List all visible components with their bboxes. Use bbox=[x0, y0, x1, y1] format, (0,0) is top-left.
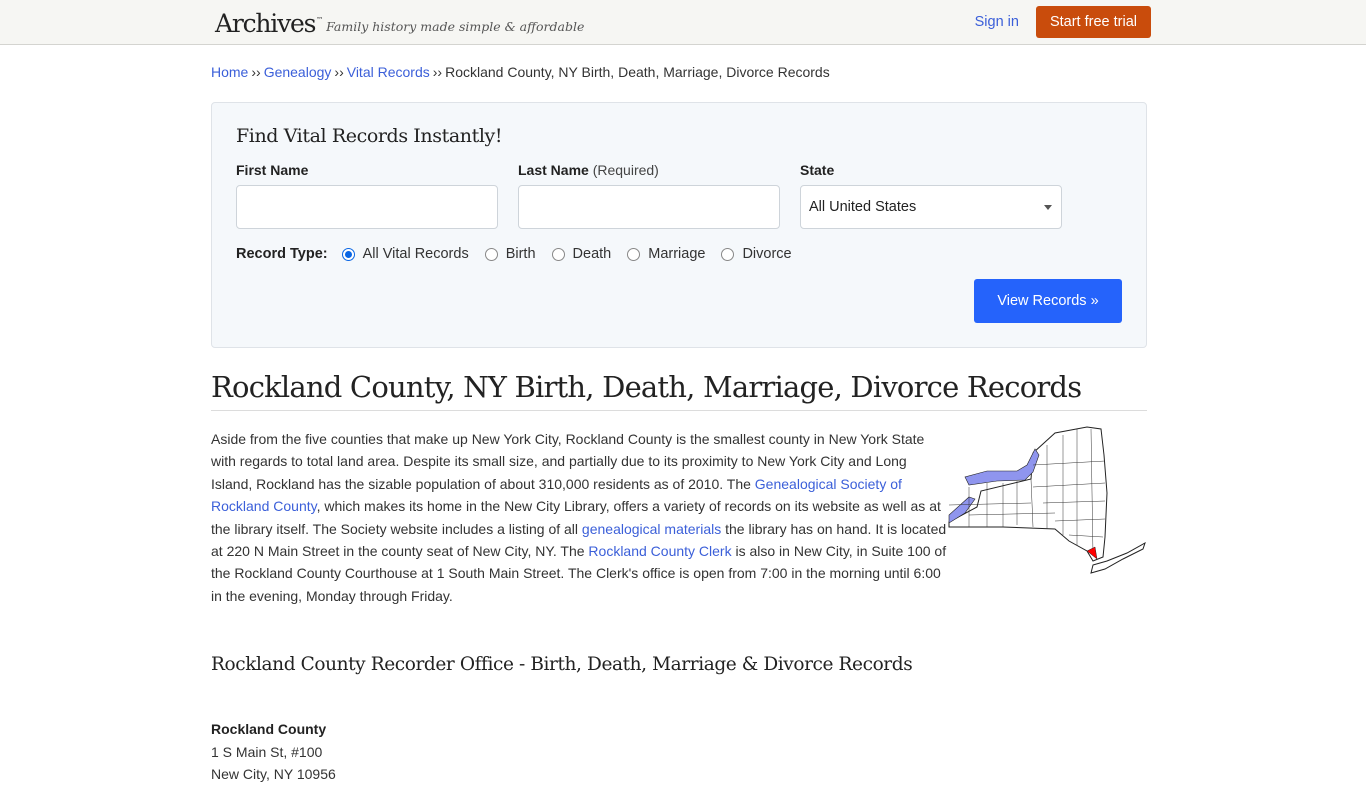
first-name-label-text: First Name bbox=[236, 162, 309, 178]
radio-label: Birth bbox=[505, 246, 536, 262]
search-panel: Find Vital Records Instantly! First Name… bbox=[211, 102, 1147, 348]
radio-button[interactable] bbox=[484, 247, 498, 261]
breadcrumb-separator: ›› bbox=[432, 64, 443, 80]
radio-death[interactable]: Death bbox=[551, 246, 612, 262]
genealogical-materials-link[interactable]: genealogical materials bbox=[582, 521, 721, 537]
breadcrumb-separator: ›› bbox=[251, 64, 261, 80]
last-name-label-text: Last Name bbox=[518, 162, 589, 178]
radio-birth[interactable]: Birth bbox=[484, 246, 536, 262]
sign-in-link[interactable]: Sign in bbox=[975, 14, 1019, 30]
radio-all-vital-records[interactable]: All Vital Records bbox=[341, 246, 469, 262]
logo-text: Archives bbox=[215, 8, 316, 38]
radio-button-checked[interactable] bbox=[341, 247, 355, 261]
tagline: Family history made simple & affordable bbox=[326, 18, 585, 34]
office-address-line-2: New City, NY 10956 bbox=[211, 766, 336, 783]
trademark-symbol: ™ bbox=[316, 16, 323, 25]
intro-paragraph: Aside from the five counties that make u… bbox=[211, 428, 951, 607]
radio-label: All Vital Records bbox=[362, 246, 469, 262]
radio-button[interactable] bbox=[627, 247, 641, 261]
state-outline bbox=[948, 426, 1108, 562]
county-clerk-link[interactable]: Rockland County Clerk bbox=[588, 543, 731, 559]
intro-section: Aside from the five counties that make u… bbox=[211, 426, 1147, 607]
office-address-line-1: 1 S Main St, #100 bbox=[211, 743, 323, 760]
start-free-trial-button[interactable]: Start free trial bbox=[1035, 6, 1151, 38]
radio-label: Divorce bbox=[742, 246, 792, 262]
logo[interactable]: Archives™ bbox=[215, 8, 323, 38]
radio-button[interactable] bbox=[721, 247, 735, 261]
state-label-text: State bbox=[800, 162, 835, 178]
recorder-office-heading: Rockland County Recorder Office - Birth,… bbox=[211, 654, 913, 676]
last-name-label: Last Name (Required) bbox=[518, 162, 780, 178]
breadcrumb-separator: ›› bbox=[334, 64, 344, 80]
radio-button[interactable] bbox=[551, 247, 565, 261]
required-note: (Required) bbox=[592, 162, 659, 178]
site-header: Archives™ Family history made simple & a… bbox=[0, 0, 1366, 45]
page-title: Rockland County, NY Birth, Death, Marria… bbox=[211, 370, 1147, 411]
breadcrumb-current: Rockland County, NY Birth, Death, Marria… bbox=[445, 64, 830, 80]
main-content: Home ›› Genealogy ›› Vital Records ›› Rockland… bbox=[211, 64, 1147, 786]
record-type-label: Record Type: bbox=[236, 246, 328, 262]
record-type-group: Record Type: All Vital Records Birth Dea… bbox=[236, 246, 1122, 262]
breadcrumb: Home ›› Genealogy ›› Vital Records ›› Rockland… bbox=[211, 64, 1147, 80]
first-name-input[interactable] bbox=[236, 185, 498, 229]
brand[interactable]: Archives™ Family history made simple & a… bbox=[215, 8, 585, 38]
last-name-input[interactable] bbox=[518, 185, 780, 229]
radio-divorce[interactable]: Divorce bbox=[721, 246, 792, 262]
view-records-button[interactable]: View Records » bbox=[974, 279, 1122, 323]
radio-label: Marriage bbox=[648, 246, 706, 262]
office-name: Rockland County bbox=[211, 721, 327, 738]
first-name-label: First Name bbox=[236, 162, 498, 178]
radio-label: Death bbox=[572, 246, 612, 262]
new-york-county-map bbox=[948, 426, 1146, 574]
chevron-down-icon bbox=[1044, 204, 1052, 210]
breadcrumb-genealogy[interactable]: Genealogy bbox=[264, 64, 332, 80]
state-label: State bbox=[800, 162, 1062, 178]
breadcrumb-vital-records[interactable]: Vital Records bbox=[347, 64, 430, 80]
state-select[interactable]: All United States bbox=[800, 185, 1062, 229]
search-panel-title: Find Vital Records Instantly! bbox=[236, 125, 503, 147]
state-selected-value: All United States bbox=[809, 199, 917, 215]
office-address: Rockland County 1 S Main St, #100 New Ci… bbox=[211, 718, 1147, 786]
radio-marriage[interactable]: Marriage bbox=[627, 246, 705, 262]
breadcrumb-home[interactable]: Home bbox=[211, 64, 248, 80]
